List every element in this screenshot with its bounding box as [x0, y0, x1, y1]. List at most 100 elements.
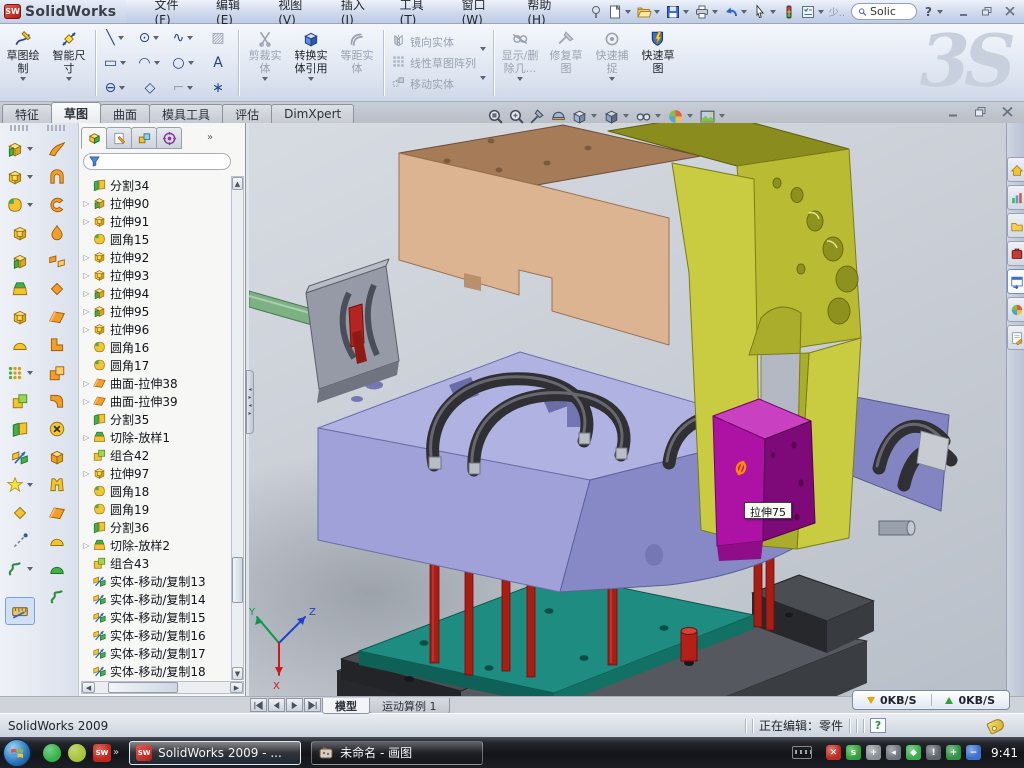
- tree-item-22[interactable]: 实体-移动/复制13: [81, 572, 229, 590]
- scroll-right-icon[interactable]: ▶: [230, 682, 243, 693]
- menu-t[interactable]: 工具(T): [386, 0, 448, 23]
- revolve-icon[interactable]: [5, 219, 35, 247]
- tree-item-26[interactable]: 实体-移动/复制17: [81, 644, 229, 662]
- magnified-selection-icon[interactable]: [529, 108, 546, 125]
- offset-surface-icon[interactable]: [42, 359, 72, 387]
- quick-snaps-button[interactable]: 快速捕捉: [589, 25, 635, 101]
- rectangle-icon[interactable]: ▭: [99, 51, 133, 76]
- prev-tab-icon[interactable]: [268, 698, 285, 712]
- knit-surface-icon[interactable]: [42, 247, 72, 275]
- volume-tray-icon[interactable]: ◂: [886, 745, 901, 760]
- tree-horizontal-scrollbar[interactable]: ◀ ▶: [81, 681, 244, 694]
- doc-close-icon[interactable]: [999, 104, 1016, 119]
- doc-restore-icon[interactable]: [972, 104, 989, 119]
- menu-f[interactable]: 文件(F): [140, 0, 202, 23]
- tree-item-15[interactable]: 组合42: [81, 446, 229, 464]
- curve-through-points-icon[interactable]: [42, 583, 72, 611]
- custom-properties-icon[interactable]: [1007, 325, 1024, 350]
- selection-box-icon[interactable]: ▨: [201, 26, 235, 51]
- health-tray-icon[interactable]: +: [946, 745, 961, 760]
- doc-tab-1[interactable]: 运动算例 1: [369, 698, 450, 714]
- scroll-up-icon[interactable]: ▲: [232, 177, 243, 190]
- minimize-icon[interactable]: [955, 4, 972, 19]
- swept-surface-icon[interactable]: [42, 135, 72, 163]
- network-speed-widget[interactable]: 0KB/S 0KB/S: [852, 690, 1010, 710]
- tag-icon[interactable]: [986, 717, 1006, 735]
- wizard-icon[interactable]: [5, 471, 35, 499]
- panel-tabs-more[interactable]: »: [207, 132, 213, 143]
- expand-icon[interactable]: ▷: [81, 217, 92, 226]
- propertymanager-tab-icon[interactable]: [106, 127, 132, 149]
- display-style-icon[interactable]: [603, 108, 631, 125]
- select-icon[interactable]: [751, 2, 779, 22]
- expand-icon[interactable]: ▷: [81, 271, 92, 280]
- scroll-down-icon[interactable]: ▼: [232, 667, 243, 680]
- tree-item-17[interactable]: 圆角18: [81, 482, 229, 500]
- tree-item-21[interactable]: 组合43: [81, 554, 229, 572]
- doc-minimize-icon[interactable]: [945, 104, 962, 119]
- mirror-entities-button[interactable]: 镜向实体: [391, 33, 476, 51]
- red-cylinder[interactable]: [681, 628, 697, 662]
- wireless-warning-tray-icon[interactable]: !: [926, 745, 941, 760]
- view-palette-icon[interactable]: [1007, 269, 1024, 294]
- close-icon[interactable]: [1001, 4, 1018, 19]
- save-icon[interactable]: [664, 2, 692, 22]
- design-library-icon[interactable]: [1007, 185, 1024, 210]
- polygon-icon[interactable]: ◇: [133, 76, 167, 101]
- menu-w[interactable]: 窗口(W): [448, 0, 514, 23]
- next-tab-icon[interactable]: [286, 698, 303, 712]
- tree-item-3[interactable]: 圆角15: [81, 230, 229, 248]
- tree-item-5[interactable]: ▷拉伸93: [81, 266, 229, 284]
- view-orientation-icon[interactable]: [571, 108, 599, 125]
- file-explorer-icon[interactable]: [1007, 213, 1024, 238]
- command-tab-4[interactable]: 评估: [222, 104, 272, 123]
- expand-icon[interactable]: ▷: [81, 541, 92, 550]
- tree-item-13[interactable]: 分割35: [81, 410, 229, 428]
- expand-icon[interactable]: ▷: [81, 469, 92, 478]
- design-checker-icon[interactable]: [799, 2, 827, 22]
- tree-filter-box[interactable]: [83, 153, 231, 170]
- scroll-thumb[interactable]: [232, 557, 243, 603]
- point-icon[interactable]: ∗: [201, 76, 235, 101]
- graphics-viewport[interactable]: Y Z X 拉伸75: [249, 123, 1006, 696]
- quick-tips-icon[interactable]: ?: [870, 718, 886, 733]
- antivirus-tray-icon[interactable]: ✕: [826, 745, 841, 760]
- sketch-text-icon[interactable]: A: [201, 51, 235, 76]
- filled-surface-icon[interactable]: [42, 275, 72, 303]
- expand-icon[interactable]: ▷: [81, 307, 92, 316]
- tree-item-7[interactable]: ▷拉伸95: [81, 302, 229, 320]
- smart-dimension-button[interactable]: 智能尺寸: [46, 25, 92, 101]
- dimxpertmanager-tab-icon[interactable]: [156, 127, 182, 149]
- split-icon[interactable]: [5, 415, 35, 443]
- tree-item-6[interactable]: ▷拉伸94: [81, 284, 229, 302]
- line-icon[interactable]: ╲: [99, 26, 133, 51]
- move-entities-button[interactable]: 移动实体: [391, 75, 476, 93]
- planar-surface-icon[interactable]: [42, 303, 72, 331]
- scroll-thumb[interactable]: [108, 682, 178, 693]
- tree-item-24[interactable]: 实体-移动/复制15: [81, 608, 229, 626]
- tree-item-12[interactable]: ▷曲面-拉伸39: [81, 392, 229, 410]
- boundary-surface-icon[interactable]: [42, 219, 72, 247]
- command-tab-0[interactable]: 特征: [2, 104, 52, 123]
- sketch-fillet-icon[interactable]: ⌐: [167, 76, 201, 101]
- command-tab-5[interactable]: DimXpert: [271, 104, 354, 123]
- tree-item-19[interactable]: 分割36: [81, 518, 229, 536]
- trimmed-surface-icon[interactable]: [42, 191, 72, 219]
- zoom-to-fit-icon[interactable]: [487, 108, 504, 125]
- convert-entities-button[interactable]: 转换实体引用: [288, 25, 334, 101]
- tree-item-10[interactable]: 圆角17: [81, 356, 229, 374]
- featuremanager-tab-icon[interactable]: [81, 127, 107, 149]
- sketch-button[interactable]: 草图绘制: [0, 25, 46, 101]
- fillet-icon[interactable]: [5, 191, 35, 219]
- arc-icon[interactable]: ◠: [133, 51, 167, 76]
- tree-item-25[interactable]: 实体-移动/复制16: [81, 626, 229, 644]
- replace-face-icon[interactable]: [42, 443, 72, 471]
- tree-item-16[interactable]: ▷拉伸97: [81, 464, 229, 482]
- restore-icon[interactable]: [978, 4, 995, 19]
- display-delete-relations-button[interactable]: 显示/删除几...: [497, 25, 543, 101]
- sync-tray-icon[interactable]: −: [966, 745, 981, 760]
- search-input[interactable]: [870, 5, 910, 18]
- 3d-model[interactable]: Y Z X: [249, 123, 1006, 696]
- search-box[interactable]: [851, 3, 917, 20]
- messenger-quick-icon[interactable]: [43, 744, 61, 762]
